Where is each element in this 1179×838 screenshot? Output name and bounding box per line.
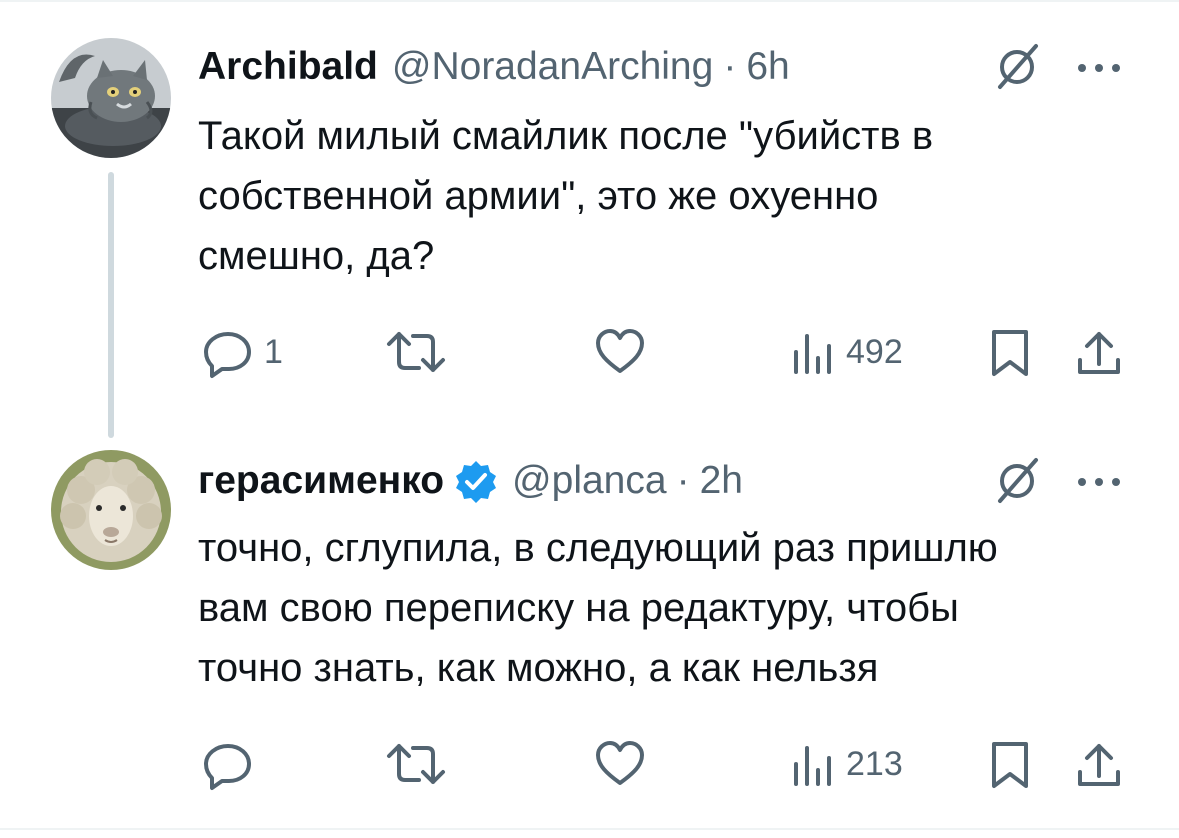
heart-icon [596,329,644,373]
bookmark-icon [992,742,1028,788]
tweet-text-line: Такой милый смайлик после "убийств в [198,114,934,158]
share-icon [1078,332,1120,374]
reply-button[interactable] [200,734,264,794]
separator-dot: · [723,45,737,88]
reply-icon [204,744,251,790]
bookmark-icon [992,330,1028,376]
author-name[interactable]: герасименко [198,456,444,506]
retweet-button[interactable] [385,322,455,382]
retweet-icon [387,744,445,784]
bookmark-button[interactable] [988,734,1032,794]
author-name[interactable]: Archibald [198,42,378,92]
tweet-actions: 1 492 [0,322,1179,382]
bookmark-button[interactable] [988,322,1032,382]
avatar[interactable] [51,450,171,570]
views-icon [794,334,831,374]
retweet-button[interactable] [385,734,455,794]
tweet-text-line: точно, сглупила, в следующий раз пришлю [198,526,998,570]
tweet-text: точно, сглупила, в следующий раз пришлю … [198,518,1128,698]
tweet-header: герасименко @planca · 2h [198,456,743,506]
share-button[interactable] [1074,734,1124,794]
more-icon[interactable] [1074,58,1124,78]
tweet-text-line: точно знать, как можно, а как нельзя [198,646,879,690]
avatar[interactable] [51,38,171,158]
views-button[interactable]: 492 [790,322,903,382]
share-icon [1078,744,1120,786]
sheep-avatar-image [51,450,171,570]
top-divider [0,0,1179,2]
separator-dot: · [676,459,690,502]
tweet-text-line: вам свою переписку на редактуру, чтобы [198,586,959,630]
tweet-header: Archibald @NoradanArching · 6h [198,42,790,92]
bottom-divider [0,828,1179,830]
author-handle[interactable]: @NoradanArching [392,42,713,92]
grok-icon[interactable] [990,454,1044,508]
tweet-actions: 213 [0,734,1179,794]
reply-button[interactable]: 1 [200,322,283,382]
verified-badge-icon[interactable] [454,459,498,503]
reply-icon [204,332,251,378]
share-button[interactable] [1074,322,1124,382]
tweet-text-line: смешно, да? [198,234,435,278]
tweet-text: Такой милый смайлик после "убийств в соб… [198,106,1128,286]
author-handle[interactable]: @planca [512,456,667,506]
timestamp[interactable]: 6h [746,42,789,92]
cat-avatar-image [51,38,171,158]
views-count: 213 [846,744,903,783]
views-button[interactable]: 213 [790,734,903,794]
more-icon[interactable] [1074,472,1124,492]
views-icon [794,746,831,786]
views-count: 492 [846,332,903,371]
reply-count: 1 [264,332,283,371]
heart-icon [596,741,644,785]
tweet-text-line: собственной армии", это же охуенно [198,174,879,218]
thread-connector-line [108,172,114,438]
grok-icon[interactable] [990,40,1044,94]
like-button[interactable] [592,734,656,794]
timestamp[interactable]: 2h [700,456,743,506]
retweet-icon [387,332,445,372]
like-button[interactable] [592,322,656,382]
